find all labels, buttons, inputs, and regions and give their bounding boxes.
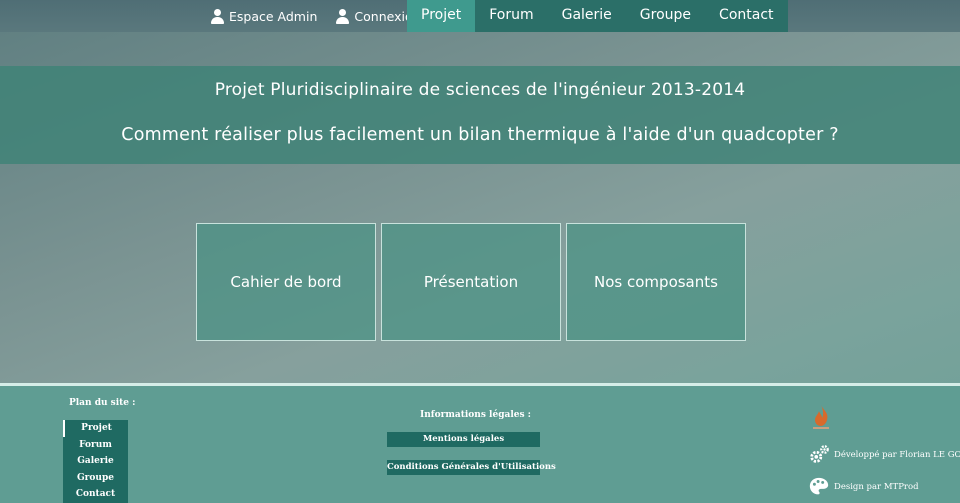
credit-design: Design par MTProd bbox=[808, 476, 919, 498]
nav-item-contact[interactable]: Contact bbox=[705, 0, 788, 32]
section-tiles: Cahier de bord Présentation Nos composan… bbox=[196, 223, 746, 341]
admin-links: Espace Admin Connexion bbox=[210, 0, 421, 32]
sitemap-item-galerie[interactable]: Galerie bbox=[63, 453, 128, 470]
main-nav: Projet Forum Galerie Groupe Contact bbox=[407, 0, 788, 32]
credit-developer: Développé par Florian LE GOFF bbox=[808, 444, 960, 466]
sitemap-item-forum[interactable]: Forum bbox=[63, 436, 128, 453]
footer: Plan du site : Projet Forum Galerie Grou… bbox=[0, 383, 960, 503]
legal-title: Informations légales : bbox=[420, 410, 531, 420]
palette-icon bbox=[809, 477, 829, 495]
espace-admin-link[interactable]: Espace Admin bbox=[210, 8, 318, 24]
mentions-legales-button[interactable]: Mentions légales bbox=[387, 432, 540, 447]
design-credit-label: Design par MTProd bbox=[834, 482, 919, 492]
espace-admin-label: Espace Admin bbox=[229, 8, 318, 24]
nav-item-groupe[interactable]: Groupe bbox=[625, 0, 706, 32]
sitemap-item-projet[interactable]: Projet bbox=[63, 420, 128, 437]
nav-item-forum[interactable]: Forum bbox=[475, 0, 548, 32]
flame-logo-icon bbox=[813, 405, 829, 429]
developer-credit-label: Développé par Florian LE GOFF bbox=[834, 450, 960, 460]
nav-item-galerie[interactable]: Galerie bbox=[547, 0, 626, 32]
tile-cahier-de-bord[interactable]: Cahier de bord bbox=[196, 223, 376, 341]
sitemap-title: Plan du site : bbox=[69, 398, 136, 408]
cgu-button[interactable]: Conditions Générales d'Utilisations bbox=[387, 460, 556, 475]
tile-nos-composants[interactable]: Nos composants bbox=[566, 223, 746, 341]
project-question: Comment réaliser plus facilement un bila… bbox=[121, 125, 839, 145]
sitemap-list: Projet Forum Galerie Groupe Contact bbox=[63, 420, 128, 503]
top-bar: Espace Admin Connexion Projet Forum Gale… bbox=[0, 0, 960, 32]
project-title: Projet Pluridisciplinaire de sciences de… bbox=[214, 80, 746, 100]
title-banner: Projet Pluridisciplinaire de sciences de… bbox=[0, 66, 960, 164]
sitemap-item-groupe[interactable]: Groupe bbox=[63, 469, 128, 486]
gears-icon bbox=[810, 445, 829, 463]
tile-presentation[interactable]: Présentation bbox=[381, 223, 561, 341]
nav-item-projet[interactable]: Projet bbox=[407, 0, 476, 32]
user-icon bbox=[335, 8, 350, 24]
user-icon bbox=[210, 8, 225, 24]
sitemap-item-contact[interactable]: Contact bbox=[63, 486, 128, 503]
